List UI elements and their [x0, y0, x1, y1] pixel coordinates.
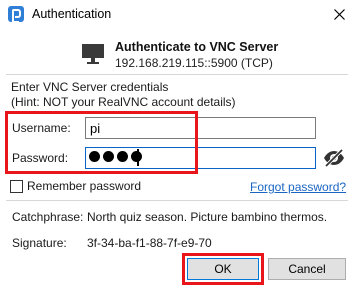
- credentials-prompt: Enter VNC Server credentials: [11, 80, 169, 94]
- show-password-eye-slash-icon[interactable]: [323, 148, 345, 168]
- remember-password-label: Remember password: [27, 179, 142, 193]
- catchphrase-label: Catchphrase:: [12, 210, 84, 224]
- window-title: Authentication: [32, 7, 112, 21]
- header-divider: [6, 74, 348, 75]
- title-bar: Authentication: [0, 0, 354, 29]
- close-button[interactable]: [326, 2, 352, 26]
- remember-password-checkbox[interactable]: [10, 179, 23, 193]
- credentials-hint: (Hint: NOT your RealVNC account details): [11, 95, 236, 109]
- credentials-highlight-box: [5, 111, 198, 174]
- monitor-icon: [82, 44, 104, 64]
- catchphrase-value: North quiz season. Picture bambino therm…: [87, 210, 328, 224]
- dialog-heading: Authenticate to VNC Server: [115, 40, 279, 54]
- remember-password-row[interactable]: Remember password: [10, 179, 141, 193]
- signature-value: 3f-34-ba-f1-88-7f-e9-70: [87, 236, 212, 250]
- server-address: 192.168.219.115::5900 (TCP): [115, 56, 273, 70]
- forgot-password-link[interactable]: Forgot password?: [250, 180, 346, 194]
- details-divider: [6, 200, 348, 201]
- realvnc-app-icon: [8, 6, 24, 23]
- signature-label: Signature:: [12, 236, 67, 250]
- ok-highlight-box: [182, 253, 264, 285]
- close-icon: [333, 8, 345, 20]
- cancel-button[interactable]: Cancel: [268, 258, 346, 280]
